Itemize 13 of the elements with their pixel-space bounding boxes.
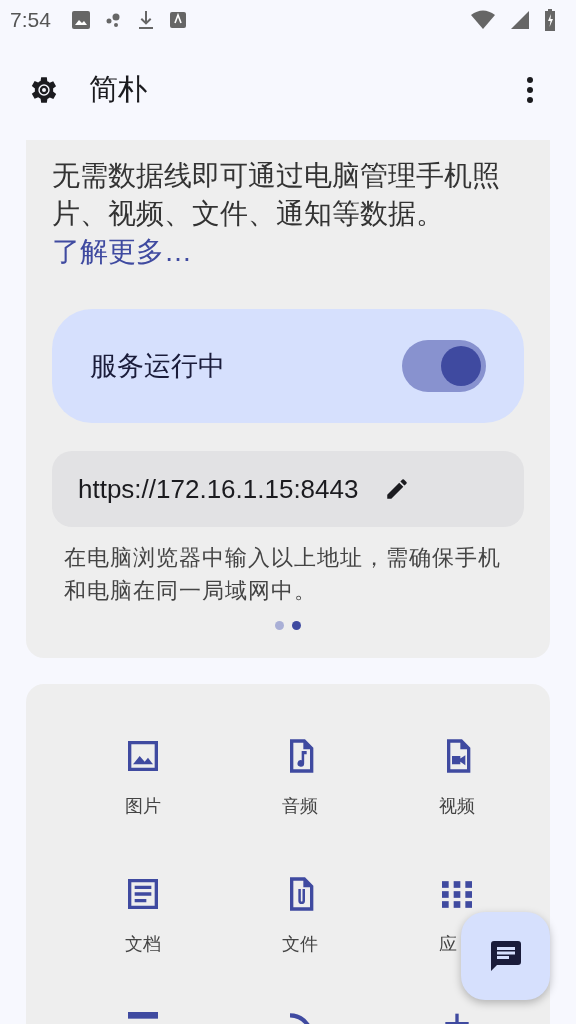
status-time: 7:54 — [10, 8, 51, 32]
app-title: 简朴 — [89, 72, 147, 107]
intro-paragraph: 无需数据线即可通过电脑管理手机照片、视频、文件、通知等数据。 了解更多… — [52, 159, 501, 269]
feature-label[interactable]: 图片 — [124, 796, 161, 816]
hint-text: 在电脑浏览器中输入以上地址，需确保手机和电脑在同一局域网中。 — [63, 544, 502, 605]
address-field[interactable]: https://172.16.1.15:8443 — [52, 451, 524, 527]
feature-label[interactable]: 文档 — [124, 934, 161, 954]
learn-more-link[interactable]: 了解更多… — [52, 236, 192, 267]
feature-label[interactable]: 文件 — [282, 934, 318, 954]
feature-label[interactable]: 视频 — [439, 796, 476, 816]
service-label: 服务运行中 — [90, 350, 225, 383]
feature-label[interactable]: 音频 — [282, 796, 318, 816]
feature-label[interactable]: 应 — [439, 934, 458, 954]
